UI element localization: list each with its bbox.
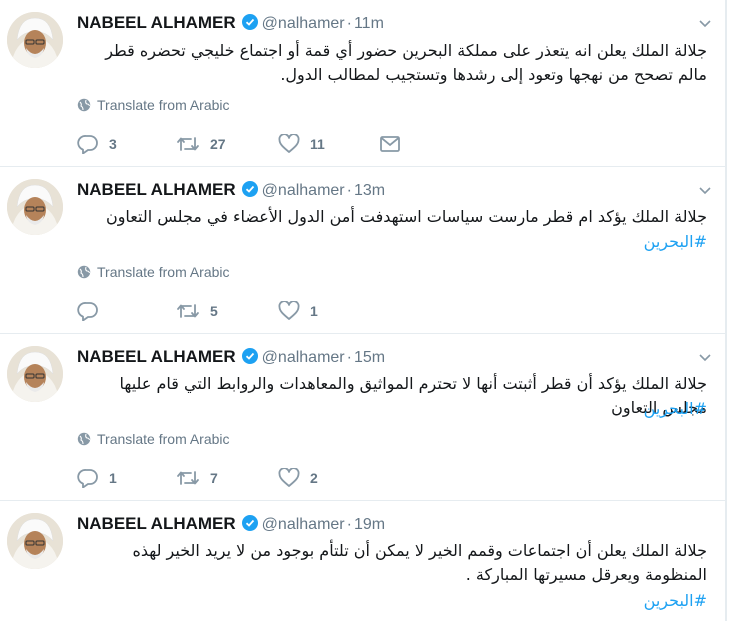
timestamp[interactable]: 19m xyxy=(354,516,385,533)
verified-badge-icon xyxy=(241,515,258,538)
like-button[interactable]: 1 xyxy=(278,299,318,323)
timeline: NABEEL ALHAMER @nalhamer · 11m جلالة الملك … xyxy=(0,0,729,621)
verified-badge-icon xyxy=(241,14,258,37)
heart-icon xyxy=(278,467,300,487)
timestamp[interactable]: 11m xyxy=(354,15,384,32)
verified-badge-icon xyxy=(241,348,258,371)
tweet[interactable]: NABEEL ALHAMER @nalhamer · 13m جلالة الملك … xyxy=(0,167,727,334)
tweet-header: NABEEL ALHAMER @nalhamer · 19m xyxy=(77,513,385,535)
timestamp[interactable]: 13m xyxy=(354,182,385,199)
heart-icon xyxy=(278,133,300,153)
tweet-header: NABEEL ALHAMER @nalhamer · 15m xyxy=(77,346,385,368)
avatar[interactable] xyxy=(7,513,63,569)
like-count: 2 xyxy=(310,470,318,486)
verified-badge-icon xyxy=(241,181,258,204)
username[interactable]: @nalhamer xyxy=(262,349,345,366)
username[interactable]: @nalhamer xyxy=(262,182,345,199)
retweet-button[interactable]: 7 xyxy=(176,466,218,490)
retweet-icon xyxy=(177,137,199,151)
reply-count: 3 xyxy=(109,136,117,152)
globe-icon xyxy=(77,432,91,446)
direct-message-button[interactable] xyxy=(379,132,401,156)
display-name[interactable]: NABEEL ALHAMER xyxy=(77,180,236,199)
reply-count: 1 xyxy=(109,470,117,486)
tweet-text: جلالة الملك يؤكد ام قطر مارست سياسات است… xyxy=(105,207,707,226)
retweet-icon xyxy=(177,471,199,485)
chevron-down-icon[interactable] xyxy=(697,183,713,199)
display-name[interactable]: NABEEL ALHAMER xyxy=(77,514,236,533)
translate-link[interactable]: Translate from Arabic xyxy=(77,430,230,448)
retweet-count: 27 xyxy=(210,136,226,152)
reply-icon xyxy=(77,469,98,489)
avatar[interactable] xyxy=(7,346,63,402)
display-name[interactable]: NABEEL ALHAMER xyxy=(77,347,236,366)
retweet-button[interactable]: 27 xyxy=(176,132,226,156)
username[interactable]: @nalhamer xyxy=(262,516,345,533)
retweet-count: 7 xyxy=(210,470,218,486)
reply-icon xyxy=(77,135,98,155)
tweet[interactable]: NABEEL ALHAMER @nalhamer · 11m جلالة الملك … xyxy=(0,0,727,167)
translate-link[interactable]: Translate from Arabic xyxy=(77,96,230,114)
display-name[interactable]: NABEEL ALHAMER xyxy=(77,13,236,32)
tweet[interactable]: NABEEL ALHAMER @nalhamer · 15m جلالة الملك … xyxy=(0,334,727,501)
avatar[interactable] xyxy=(7,12,63,68)
like-count: 11 xyxy=(310,136,325,152)
hashtag-link[interactable]: #البحرين xyxy=(77,590,707,612)
globe-icon xyxy=(77,98,91,112)
tweet-text: جلالة الملك يعلن أن اجتماعات وقمم الخير … xyxy=(132,541,707,584)
like-button[interactable]: 2 xyxy=(278,466,318,490)
tweet[interactable]: NABEEL ALHAMER @nalhamer · 19m جلالة الملك … xyxy=(0,501,727,621)
reply-button[interactable]: 3 xyxy=(77,132,117,156)
reply-icon xyxy=(77,302,98,322)
avatar[interactable] xyxy=(7,179,63,235)
envelope-icon xyxy=(380,135,400,152)
tweet-header: NABEEL ALHAMER @nalhamer · 11m xyxy=(77,12,384,34)
hashtag-link[interactable]: #البحرين xyxy=(77,398,707,420)
chevron-down-icon[interactable] xyxy=(697,16,713,32)
retweet-icon xyxy=(177,304,199,318)
like-button[interactable]: 11 xyxy=(278,132,325,156)
heart-icon xyxy=(278,300,300,320)
chevron-down-icon[interactable] xyxy=(697,350,713,366)
tweet-text: جلالة الملك يعلن انه يتعذر على مملكة الب… xyxy=(105,41,707,84)
reply-button[interactable] xyxy=(77,299,109,323)
tweet-header: NABEEL ALHAMER @nalhamer · 13m xyxy=(77,179,385,201)
hashtag-link[interactable]: #البحرين xyxy=(77,231,707,253)
translate-link[interactable]: Translate from Arabic xyxy=(77,263,230,281)
retweet-count: 5 xyxy=(210,303,218,319)
globe-icon xyxy=(77,265,91,279)
retweet-button[interactable]: 5 xyxy=(176,299,218,323)
reply-button[interactable]: 1 xyxy=(77,466,117,490)
username[interactable]: @nalhamer xyxy=(262,15,345,32)
like-count: 1 xyxy=(310,303,318,319)
timestamp[interactable]: 15m xyxy=(354,349,385,366)
